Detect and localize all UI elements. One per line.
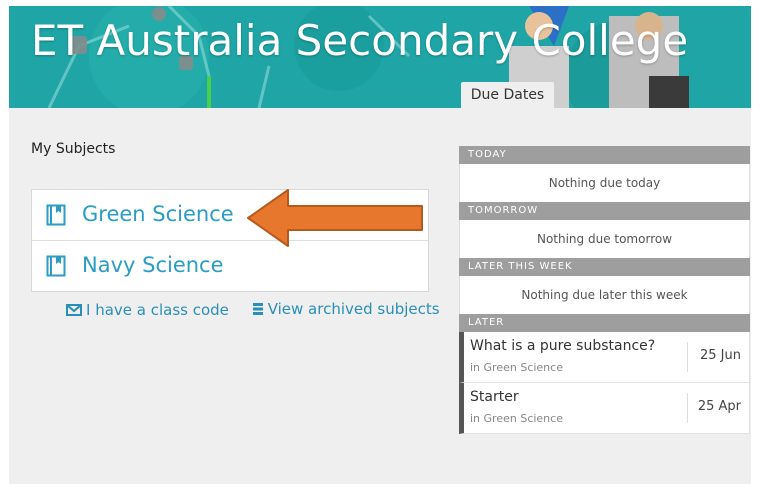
due-dates-panel: TODAY Nothing due today TOMORROW Nothing… bbox=[459, 146, 750, 434]
due-item-date: 25 Jun bbox=[700, 348, 741, 363]
tomorrow-empty-text: Nothing due tomorrow bbox=[459, 220, 750, 258]
school-title: ET Australia Secondary College bbox=[31, 16, 689, 65]
book-icon bbox=[46, 255, 66, 277]
due-item-subject: in Green Science bbox=[470, 412, 563, 425]
archived-subjects-label: View archived subjects bbox=[267, 300, 440, 318]
divider bbox=[687, 393, 688, 423]
archived-subjects-link[interactable]: View archived subjects bbox=[252, 300, 440, 318]
archive-icon bbox=[252, 303, 263, 315]
class-code-link[interactable]: I have a class code bbox=[66, 301, 229, 319]
subject-name: Navy Science bbox=[82, 253, 224, 277]
divider bbox=[687, 342, 688, 372]
due-item-subject: in Green Science bbox=[470, 361, 563, 374]
due-item[interactable]: What is a pure substance? in Green Scien… bbox=[459, 332, 750, 383]
envelope-icon bbox=[66, 304, 82, 316]
page-frame: ET Australia Secondary College Due Dates… bbox=[9, 6, 751, 484]
due-item-title: What is a pure substance? bbox=[470, 338, 656, 354]
arrow-pointer bbox=[247, 189, 423, 247]
due-item-title: Starter bbox=[470, 389, 519, 405]
subject-navy-science[interactable]: Navy Science bbox=[32, 241, 428, 291]
tab-due-dates[interactable]: Due Dates bbox=[461, 82, 554, 108]
class-code-label: I have a class code bbox=[86, 301, 229, 319]
later-this-week-empty-text: Nothing due later this week bbox=[459, 276, 750, 314]
section-header-tomorrow: TOMORROW bbox=[459, 202, 750, 220]
today-empty-text: Nothing due today bbox=[459, 164, 750, 202]
section-header-later: LATER bbox=[459, 314, 750, 332]
subject-links: I have a class code View archived subjec… bbox=[66, 300, 440, 320]
section-header-today: TODAY bbox=[459, 146, 750, 164]
banner: ET Australia Secondary College Due Dates bbox=[9, 6, 751, 108]
book-icon bbox=[46, 204, 66, 226]
due-item[interactable]: Starter in Green Science 25 Apr bbox=[459, 383, 750, 434]
due-item-date: 25 Apr bbox=[697, 399, 741, 414]
section-header-later-this-week: LATER THIS WEEK bbox=[459, 258, 750, 276]
my-subjects-heading: My Subjects bbox=[31, 141, 116, 157]
subject-name: Green Science bbox=[82, 202, 234, 226]
